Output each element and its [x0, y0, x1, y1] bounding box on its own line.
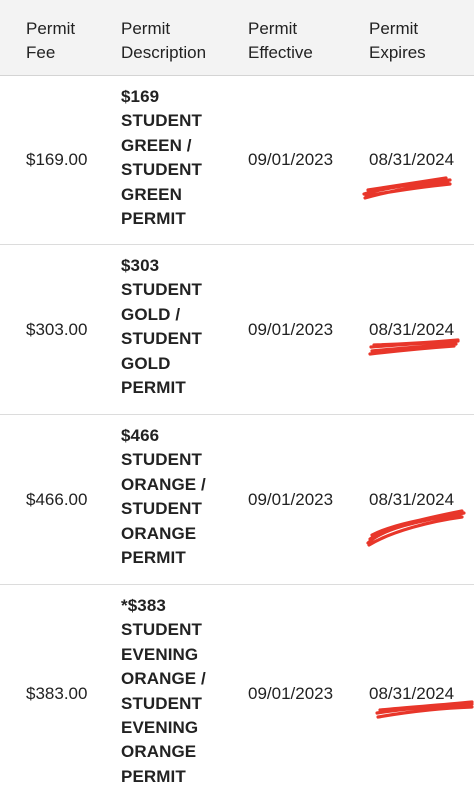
permit-fee: $383.00: [26, 684, 88, 703]
permit-description: $169 STUDENT GREEN / STUDENT GREEN PERMI…: [121, 87, 202, 229]
permit-description: $303 STUDENT GOLD / STUDENT GOLD PERMIT: [121, 256, 202, 398]
permit-description: $466 STUDENT ORANGE / STUDENT ORANGE PER…: [121, 426, 206, 568]
table-row: $169.00 $169 STUDENT GREEN / STUDENT GRE…: [0, 76, 474, 245]
header-permit-fee: Permit Fee: [26, 19, 76, 62]
table-row: $466.00 $466 STUDENT ORANGE / STUDENT OR…: [0, 415, 474, 585]
red-underline-scribble: [362, 176, 452, 200]
permit-description: *$383 STUDENT EVENING ORANGE / STUDENT E…: [121, 596, 206, 786]
red-underline-scribble: [366, 509, 466, 547]
permit-effective: 09/01/2023: [248, 684, 334, 703]
header-permit-expires: Permit Expires: [369, 19, 426, 62]
header-permit-effective: Permit Effective: [248, 19, 313, 62]
permit-effective: 09/01/2023: [248, 490, 334, 509]
header-permit-description: Permit Description: [121, 19, 207, 62]
permit-expires: 08/31/2024: [369, 150, 455, 169]
permit-fee: $303.00: [26, 320, 88, 339]
permit-fee: $466.00: [26, 490, 88, 509]
permit-fee: $169.00: [26, 150, 88, 169]
red-underline-scribble: [375, 700, 474, 719]
table-header: Permit Fee Permit Description Permit Eff…: [0, 0, 474, 76]
red-underline-scribble: [368, 338, 460, 356]
table-row: $303.00 $303 STUDENT GOLD / STUDENT GOLD…: [0, 245, 474, 415]
permit-effective: 09/01/2023: [248, 320, 334, 339]
permit-effective: 09/01/2023: [248, 150, 334, 169]
table-row: $383.00 *$383 STUDENT EVENING ORANGE / S…: [0, 585, 474, 801]
